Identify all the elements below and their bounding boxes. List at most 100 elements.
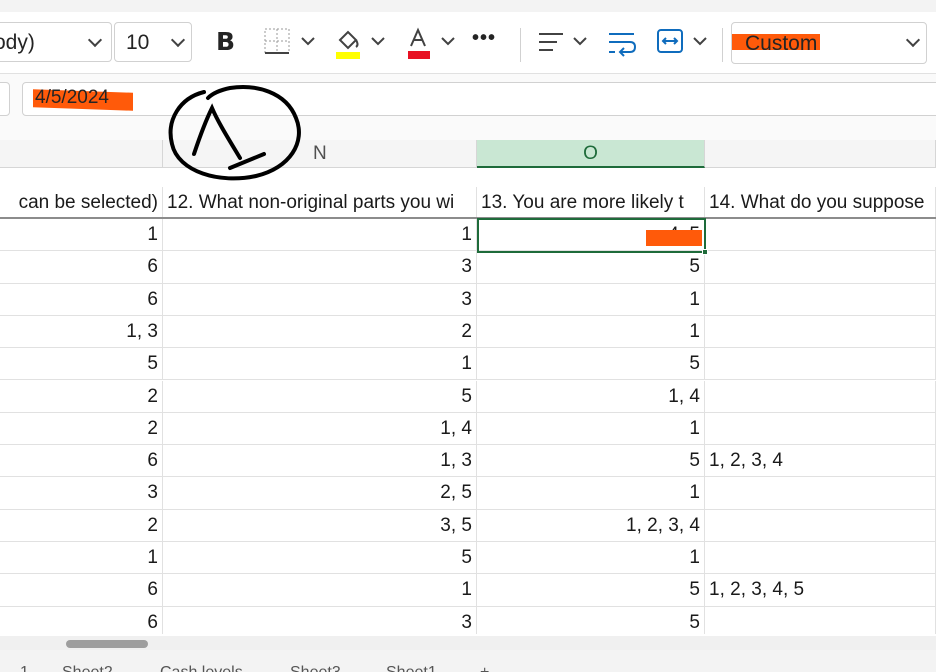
fill-handle[interactable] xyxy=(702,249,708,255)
column-header-p[interactable] xyxy=(705,140,936,168)
table-cell[interactable]: 1 xyxy=(0,219,163,252)
toolbar-separator xyxy=(520,28,521,62)
top-strip xyxy=(0,0,936,12)
table-cell[interactable]: 1, 3 xyxy=(0,315,163,349)
table-cell[interactable]: 5 xyxy=(477,445,705,478)
table-cell[interactable]: 6 xyxy=(0,606,163,634)
table-cell[interactable]: 2, 5 xyxy=(163,477,477,510)
table-cell[interactable]: 3, 5 xyxy=(163,509,477,542)
table-cell[interactable]: 1 xyxy=(477,412,705,446)
sheet-tab[interactable]: Cash levels xyxy=(160,664,243,672)
table-cell[interactable]: 5 xyxy=(477,606,705,634)
fill-color-button[interactable] xyxy=(334,26,390,60)
wrap-text-button[interactable] xyxy=(606,26,640,60)
header-cell-m[interactable]: can be selected) xyxy=(0,187,163,218)
horizontal-scrollbar[interactable] xyxy=(0,636,936,650)
table-cell[interactable]: 2 xyxy=(0,509,163,542)
font-name-dropdown[interactable]: ody) xyxy=(0,22,112,62)
table-cell[interactable]: 1, 2, 3, 4, 5 xyxy=(705,574,936,607)
table-cell[interactable]: 1 xyxy=(163,219,477,252)
table-cell[interactable]: 1, 4 xyxy=(163,412,477,446)
sheet-tab[interactable]: Sheet2 xyxy=(62,664,113,672)
chevron-down-icon xyxy=(87,32,103,48)
table-cell[interactable]: 1, 4 xyxy=(477,380,705,413)
table-cell[interactable]: 1 xyxy=(477,477,705,510)
font-name-value: ody) xyxy=(0,31,35,54)
font-size-value: 10 xyxy=(126,31,150,54)
add-sheet-button[interactable]: + xyxy=(480,664,489,672)
table-cell[interactable]: 5 xyxy=(163,380,477,413)
header-cell-o[interactable]: 13. You are more likely t xyxy=(477,187,705,218)
bold-button[interactable]: B xyxy=(216,27,244,61)
toolbar-separator xyxy=(722,28,723,62)
wrap-text-icon xyxy=(609,33,637,57)
number-format-value: Custom xyxy=(745,32,818,55)
scrollbar-thumb[interactable] xyxy=(66,640,148,648)
table-cell[interactable] xyxy=(705,219,936,252)
chevron-down-icon xyxy=(170,32,186,48)
table-cell[interactable]: 5 xyxy=(477,251,705,284)
table-cell[interactable]: 6 xyxy=(0,283,163,316)
header-cell-n[interactable]: 12. What non-original parts you wi xyxy=(163,187,477,218)
table-cell[interactable]: 2 xyxy=(0,380,163,413)
sheet-tab[interactable]: Sheet1 xyxy=(386,664,437,672)
font-color-icon xyxy=(408,27,455,59)
number-format-dropdown[interactable]: Custom xyxy=(731,22,927,64)
table-cell[interactable] xyxy=(705,606,936,634)
name-box[interactable] xyxy=(0,82,10,116)
table-cell[interactable] xyxy=(705,380,936,413)
table-cell[interactable]: 3 xyxy=(0,477,163,510)
table-cell[interactable]: 6 xyxy=(0,445,163,478)
table-cell[interactable] xyxy=(705,315,936,349)
redaction-mark xyxy=(646,230,702,246)
table-cell[interactable]: 1 xyxy=(163,574,477,607)
align-left-icon xyxy=(539,33,587,51)
header-cell-p[interactable]: 14. What do you suppose xyxy=(705,187,936,218)
borders-icon xyxy=(264,28,315,54)
table-cell[interactable] xyxy=(705,283,936,316)
table-cell[interactable]: 2 xyxy=(0,412,163,446)
table-cell[interactable]: 1 xyxy=(477,542,705,575)
table-cell[interactable]: 5 xyxy=(163,542,477,575)
hand-drawn-annotation xyxy=(168,85,301,181)
table-cell[interactable] xyxy=(705,348,936,381)
align-button[interactable] xyxy=(536,26,592,60)
paint-bucket-icon xyxy=(336,30,385,59)
font-size-dropdown[interactable]: 10 xyxy=(114,22,192,62)
table-cell[interactable]: 3 xyxy=(163,606,477,634)
table-cell[interactable]: 3 xyxy=(163,283,477,316)
merge-cells-icon xyxy=(657,29,707,53)
table-cell[interactable]: 1 xyxy=(477,315,705,349)
table-cell[interactable]: 5 xyxy=(477,348,705,381)
table-cell[interactable]: 1, 2, 3, 4 xyxy=(477,509,705,542)
more-options-button[interactable]: ••• xyxy=(472,27,504,61)
table-cell[interactable]: 1, 2, 3, 4 xyxy=(705,445,936,478)
ribbon-toolbar: ody) 10 B ••• xyxy=(0,12,936,74)
table-cell[interactable] xyxy=(705,477,936,510)
table-cell[interactable]: 6 xyxy=(0,251,163,284)
sheet-tab[interactable]: Sheet3 xyxy=(290,664,341,672)
table-cell[interactable] xyxy=(705,251,936,284)
table-cell[interactable]: 2 xyxy=(163,315,477,349)
table-cell[interactable]: 1 xyxy=(477,283,705,316)
column-header-m[interactable] xyxy=(0,140,163,168)
table-cell[interactable]: 1 xyxy=(0,542,163,575)
sheet-tab[interactable]: 1 xyxy=(20,664,29,672)
column-header-o[interactable]: O xyxy=(477,140,705,168)
table-cell[interactable]: 1, 3 xyxy=(163,445,477,478)
borders-button[interactable] xyxy=(264,26,320,60)
font-color-button[interactable] xyxy=(406,26,462,60)
cell-grid: can be selected) 12. What non-original p… xyxy=(0,168,936,634)
merge-cells-button[interactable] xyxy=(656,26,712,60)
sheet-tabs: 1 Sheet2 Cash levels Sheet3 Sheet1 + xyxy=(0,650,936,672)
table-cell[interactable] xyxy=(705,542,936,575)
formula-bar-row: 4/5/2024 xyxy=(0,74,936,140)
table-cell[interactable] xyxy=(705,509,936,542)
table-cell[interactable]: 5 xyxy=(0,348,163,381)
table-cell[interactable]: 6 xyxy=(0,574,163,607)
table-cell[interactable]: 1 xyxy=(163,348,477,381)
table-cell[interactable] xyxy=(705,412,936,446)
table-cell[interactable]: 3 xyxy=(163,251,477,284)
table-cell[interactable]: 5 xyxy=(477,574,705,607)
formula-value: 4/5/2024 xyxy=(35,87,109,108)
